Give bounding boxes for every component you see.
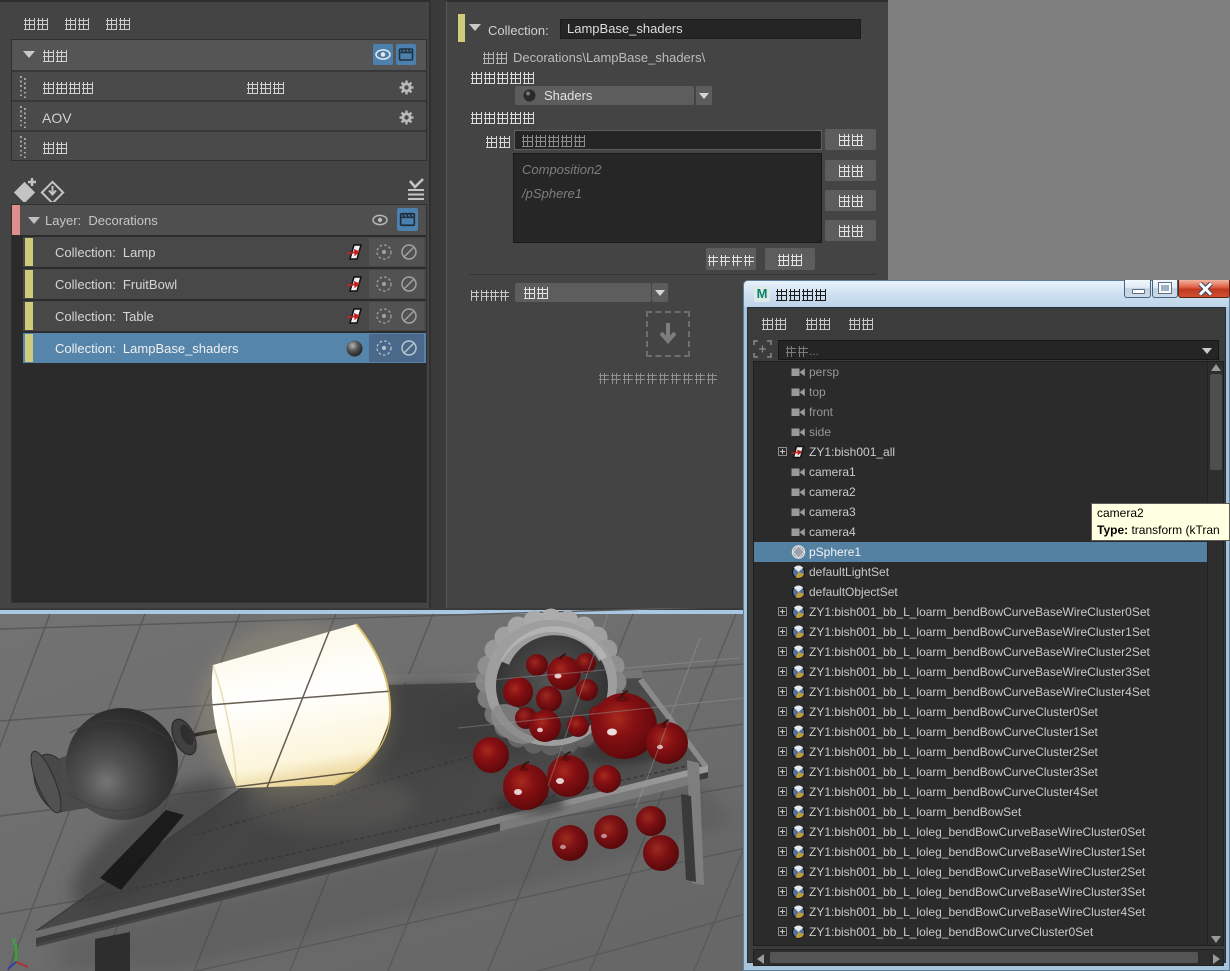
svg-text:y: y [12, 935, 17, 945]
